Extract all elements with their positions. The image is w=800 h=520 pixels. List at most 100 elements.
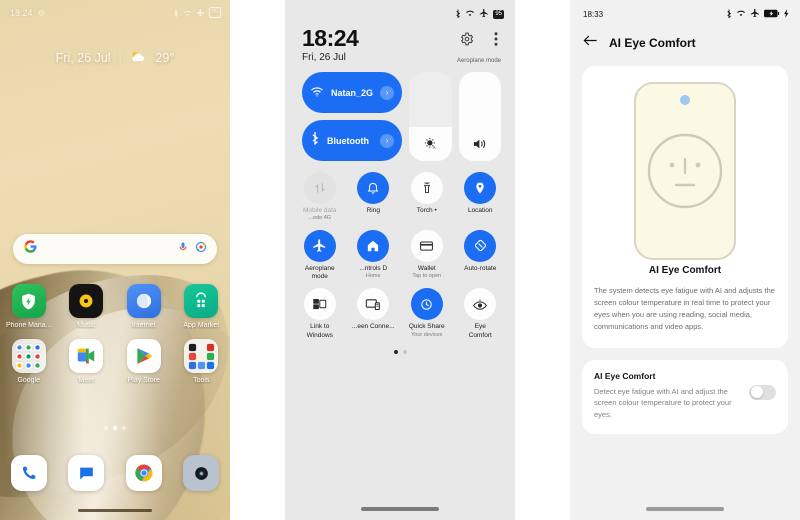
settings-gear-icon[interactable]: [460, 32, 474, 51]
back-arrow-icon[interactable]: [583, 34, 598, 52]
ring-bell-icon: [357, 172, 390, 204]
brightness-auto-icon: A: [409, 136, 451, 151]
app-market-icon: [184, 284, 219, 318]
mobile-data-icon: [303, 172, 336, 204]
dock-phone-icon[interactable]: [10, 455, 47, 491]
qs-tile-grid: Mobile data ...ode 4G Ring Torch • Locat…: [285, 161, 515, 355]
qs-tile-device-controls[interactable]: ...ntrols D Home: [347, 229, 401, 289]
dock-messages-icon[interactable]: [68, 455, 105, 491]
device-controls-icon: [357, 229, 390, 262]
qs-bluetooth-pill[interactable]: Bluetooth ›: [302, 120, 403, 161]
ai-eye-comfort-toggle[interactable]: [749, 384, 776, 400]
qs-tile-location[interactable]: Location: [454, 172, 508, 230]
app-folder-google[interactable]: Google: [6, 339, 52, 384]
home-status-bar: 18:24 95: [0, 0, 230, 18]
home-date-weather-widget[interactable]: Fri, 26 Jul | 29°: [0, 50, 230, 66]
google-g-icon: [23, 239, 38, 259]
qs-tile-quick-share[interactable]: Quick Share Your devices: [400, 288, 454, 347]
app-meet[interactable]: Meet: [63, 339, 109, 384]
home-page-indicator: [0, 426, 230, 430]
wifi-icon: [736, 9, 746, 19]
location-pin-icon: [464, 172, 497, 204]
ec-status-time: 18:33: [583, 9, 604, 19]
qs-tile-label: Quick Share: [408, 323, 445, 331]
qs-tile-ring[interactable]: Ring: [347, 172, 401, 230]
qs-wifi-pill[interactable]: Natan_2G ›: [302, 72, 403, 113]
battery-charging-icon: [764, 9, 780, 20]
qs-tile-sublabel: mode: [311, 273, 328, 281]
qs-tile-sublabel: ...ode 4G: [308, 215, 332, 222]
app-folder-tools[interactable]: Tools: [178, 339, 224, 384]
home-battery-level: 95: [208, 7, 221, 18]
app-music[interactable]: Music: [63, 284, 109, 329]
qs-tile-link-to-windows[interactable]: Link to Windows: [293, 288, 347, 347]
aeroplane-mode-icon: [750, 8, 760, 20]
qs-brightness-slider[interactable]: A: [409, 72, 452, 161]
qs-tile-label: Wallet: [417, 264, 436, 272]
app-label: Meet: [78, 377, 95, 384]
qs-page-dot-active[interactable]: [393, 350, 398, 355]
qs-tile-torch[interactable]: Torch •: [400, 172, 454, 230]
eye-comfort-icon: [464, 288, 497, 321]
home-date-text: Fri, 26 Jul: [55, 51, 111, 65]
qs-date: Fri, 26 Jul: [302, 52, 346, 64]
app-phone-manager[interactable]: Phone Mana...: [6, 284, 52, 329]
ec-info-card: AI Eye Comfort The system detects eye fa…: [582, 66, 788, 348]
qs-tile-eye-comfort[interactable]: Eye Comfort: [454, 288, 508, 347]
qs-page-dot[interactable]: [402, 350, 407, 355]
qs-tile-label: Auto-rotate: [464, 264, 497, 272]
quick-settings-panel: 95 18:24 Fri, 26 Jul Aeroplane mode Nata…: [285, 0, 515, 520]
qs-tile-wallet[interactable]: Wallet Tap to open: [400, 229, 454, 289]
panel-gap-right: [515, 0, 570, 520]
google-search-bar[interactable]: [13, 234, 217, 264]
qs-header: 18:24 Fri, 26 Jul Aeroplane mode: [285, 20, 515, 64]
app-play-store[interactable]: Play Store: [121, 339, 167, 384]
quick-share-icon: [410, 288, 443, 321]
app-label: Tools: [193, 377, 210, 384]
qs-tile-row-1: Mobile data ...ode 4G Ring Torch • Locat…: [293, 172, 507, 230]
ec-title-bar: AI Eye Comfort: [570, 20, 800, 52]
internet-icon: [126, 284, 161, 318]
qs-status-bar: 95: [285, 0, 515, 20]
qs-tile-auto-rotate[interactable]: Auto-rotate: [454, 229, 508, 289]
app-label: Phone Mana...: [5, 322, 52, 329]
app-internet[interactable]: Internet: [121, 284, 167, 329]
qs-tile-aeroplane-mode[interactable]: Aeroplane mode: [293, 229, 347, 289]
ec-navigation-bar[interactable]: [646, 507, 724, 511]
ec-card-body: The system detects eye fatigue with AI a…: [594, 286, 775, 332]
chevron-right-icon[interactable]: ›: [380, 133, 395, 148]
google-folder-icon: [11, 339, 46, 373]
aeroplane-mode-icon: [196, 8, 205, 17]
app-label: App Market: [183, 322, 220, 329]
qs-tile-label: Mobile data: [302, 207, 337, 214]
app-app-market[interactable]: App Market: [178, 284, 224, 329]
page-dot-active[interactable]: [113, 426, 117, 430]
app-row-2: Google Meet Play Store Tools: [0, 339, 230, 384]
page-title: AI Eye Comfort: [609, 36, 696, 50]
wallet-card-icon: [410, 229, 443, 262]
qs-navigation-bar[interactable]: [361, 507, 439, 511]
google-lens-icon[interactable]: [195, 240, 207, 258]
ec-setting-heading: AI Eye Comfort: [594, 370, 656, 381]
dock-camera-icon[interactable]: [183, 455, 220, 491]
qs-tile-label: Aeroplane: [304, 264, 335, 272]
ec-setting-card[interactable]: AI Eye Comfort Detect eye fatigue with A…: [582, 359, 788, 435]
bluetooth-icon: [726, 8, 732, 20]
home-navigation-bar[interactable]: [78, 509, 152, 512]
aeroplane-icon: [303, 229, 336, 262]
qs-tile-screen-connect[interactable]: ...een Conne...: [347, 288, 401, 347]
page-dot[interactable]: [122, 426, 126, 430]
page-dot[interactable]: [104, 426, 108, 430]
qs-tile-mobile-data[interactable]: Mobile data ...ode 4G: [293, 172, 347, 230]
auto-rotate-icon: [464, 229, 497, 262]
app-label: Internet: [131, 322, 156, 329]
qs-tile-sublabel: Comfort: [468, 331, 492, 339]
ec-card-heading: AI Eye Comfort: [648, 265, 722, 276]
play-store-icon: [126, 339, 161, 373]
overflow-menu-icon[interactable]: [494, 32, 498, 51]
chevron-right-icon[interactable]: ›: [380, 85, 395, 100]
dock-chrome-icon[interactable]: [125, 455, 162, 491]
qs-tile-sublabel: Windows: [306, 331, 333, 339]
microphone-icon[interactable]: [177, 240, 189, 258]
qs-volume-slider[interactable]: [458, 72, 501, 161]
